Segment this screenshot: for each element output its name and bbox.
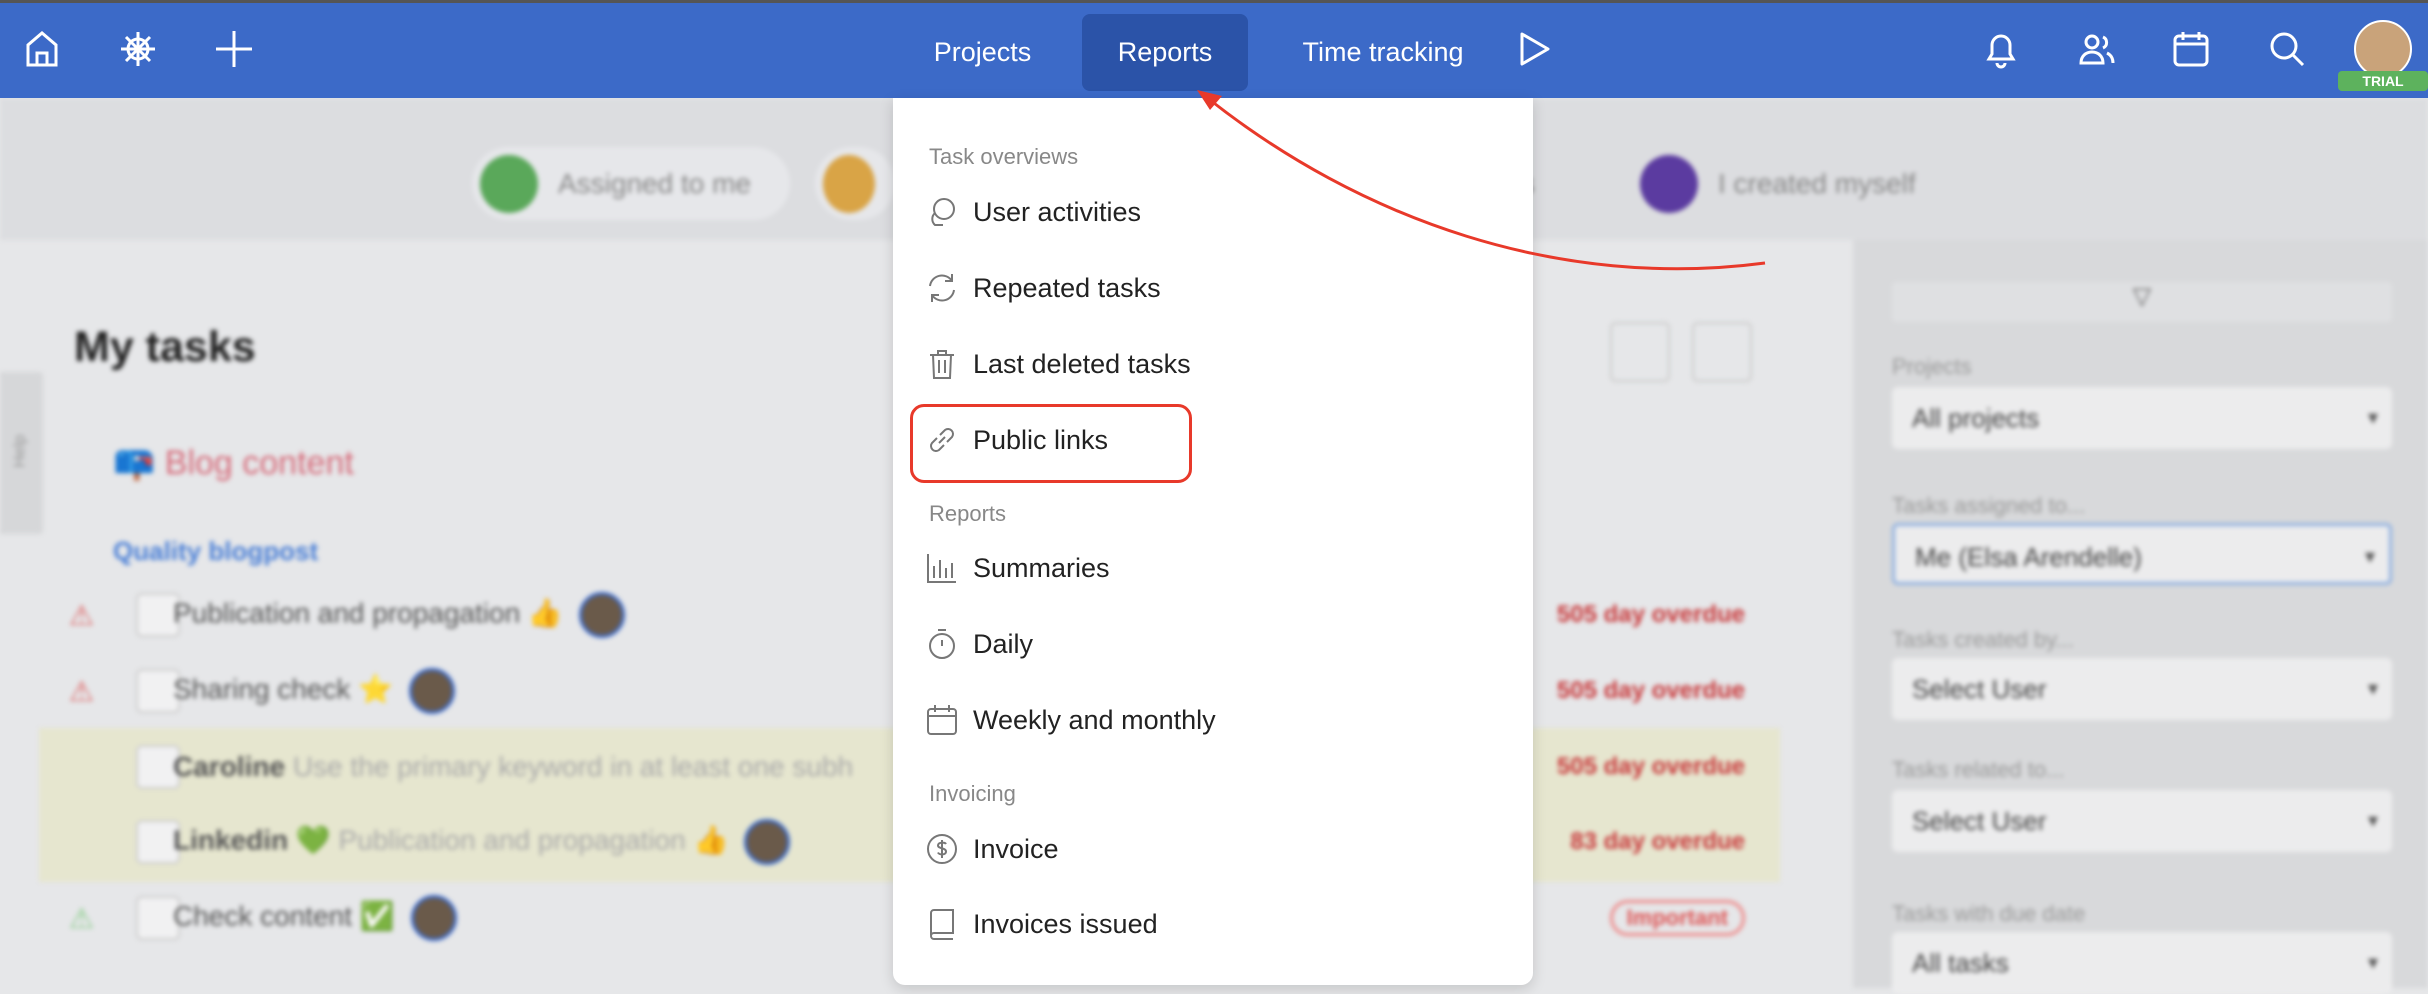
- annotation-arrow: [1197, 90, 1766, 271]
